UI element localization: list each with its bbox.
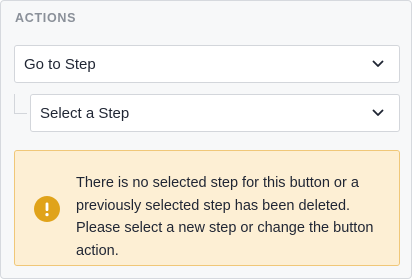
action-type-select[interactable]: Go to Step bbox=[14, 45, 400, 83]
actions-panel: ACTIONS Go to Step Select a Step There i… bbox=[0, 0, 412, 279]
nesting-connector bbox=[14, 94, 27, 114]
step-select-value: Select a Step bbox=[40, 104, 130, 122]
action-type-select-value: Go to Step bbox=[24, 55, 96, 73]
warning-message: There is no selected step for this butto… bbox=[76, 175, 374, 259]
step-select[interactable]: Select a Step bbox=[30, 94, 400, 132]
warning-alert: There is no selected step for this butto… bbox=[14, 150, 400, 266]
exclamation-icon bbox=[34, 196, 60, 222]
section-title: ACTIONS bbox=[15, 11, 77, 25]
chevron-down-icon bbox=[370, 56, 386, 72]
chevron-down-icon bbox=[370, 105, 386, 121]
